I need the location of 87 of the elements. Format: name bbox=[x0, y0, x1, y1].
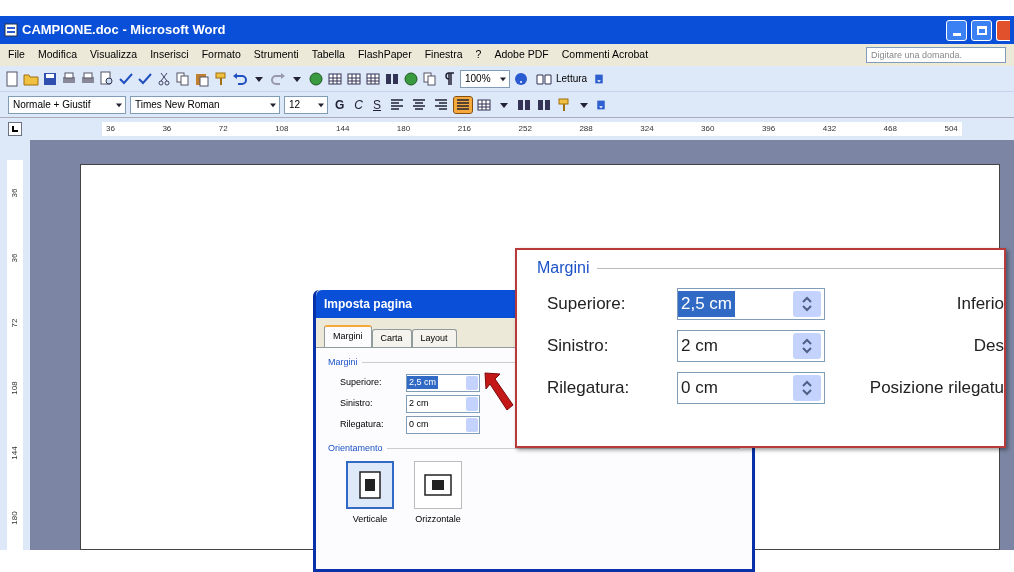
group-label: Orientamento bbox=[328, 441, 383, 455]
style-dropdown[interactable]: Normale + Giustif bbox=[8, 95, 126, 114]
table-icon[interactable] bbox=[365, 70, 381, 87]
dialog-tab[interactable]: Layout bbox=[411, 329, 457, 347]
ruler-number: 36 bbox=[106, 123, 115, 135]
ruler-number: 108 bbox=[9, 380, 20, 395]
save-icon[interactable] bbox=[42, 70, 58, 87]
menu-item[interactable]: Commenti Acrobat bbox=[561, 47, 649, 63]
menu-item[interactable]: Adobe PDF bbox=[494, 47, 549, 63]
spin-field[interactable]: 0 cm bbox=[677, 372, 825, 404]
table-icon[interactable] bbox=[346, 70, 362, 87]
document-icon bbox=[4, 23, 18, 37]
menu-item[interactable]: Strumenti bbox=[253, 47, 299, 63]
help-field[interactable]: Digitare una domanda. bbox=[866, 47, 1006, 63]
field-label: Superiore: bbox=[340, 375, 383, 389]
dialog-tab[interactable]: Margini bbox=[324, 325, 372, 347]
menu-item[interactable]: Visualizza bbox=[90, 47, 138, 63]
ruler-number: 144 bbox=[9, 445, 20, 460]
option-label: Verticale bbox=[352, 513, 388, 526]
field-label: Posizione rilegatu bbox=[869, 377, 1004, 400]
spin-field[interactable]: 2 cm bbox=[677, 330, 825, 362]
orientation-button[interactable] bbox=[346, 461, 394, 509]
menu-item[interactable]: File bbox=[8, 47, 25, 63]
dialog-title: Imposta pagina bbox=[324, 296, 412, 313]
ruler-number: 252 bbox=[518, 123, 532, 135]
ruler-number: 108 bbox=[275, 123, 289, 135]
spin-field[interactable]: 2,5 cm bbox=[677, 288, 825, 320]
orientation-button[interactable] bbox=[414, 461, 462, 509]
ruler-number: 36 bbox=[9, 253, 20, 262]
close-button[interactable] bbox=[996, 19, 1010, 41]
menu-item[interactable]: Inserisci bbox=[150, 47, 189, 63]
new-document-icon[interactable] bbox=[4, 70, 20, 87]
menu-item[interactable]: Tabella bbox=[311, 47, 345, 63]
format-button[interactable]: S bbox=[370, 95, 385, 114]
preview-icon[interactable] bbox=[99, 70, 115, 87]
spin-field[interactable]: 2,5 cm bbox=[406, 373, 480, 392]
field-label: Rilegatura: bbox=[340, 417, 385, 431]
group-label: Margini bbox=[328, 356, 358, 369]
ruler-number: 468 bbox=[883, 123, 897, 135]
menu-item[interactable]: Finestra bbox=[424, 47, 463, 63]
field-label: Inferio bbox=[956, 293, 1004, 316]
format-button[interactable]: G bbox=[332, 95, 348, 114]
format-painter-icon[interactable] bbox=[213, 70, 229, 87]
zoom-box[interactable]: 100% bbox=[460, 69, 510, 88]
pointer-arrow bbox=[484, 372, 514, 411]
field-label: Superiore: bbox=[547, 293, 627, 316]
ruler-number: 72 bbox=[9, 318, 20, 327]
field-label: Des bbox=[973, 335, 1004, 358]
copy-icon[interactable] bbox=[175, 70, 191, 87]
ruler-number: 324 bbox=[640, 123, 654, 135]
menu-item[interactable]: Formato bbox=[201, 47, 241, 63]
ruler-number: 504 bbox=[944, 123, 958, 135]
window-title: CAMPIONE.doc - Microsoft Word bbox=[22, 21, 226, 40]
dialog-tab[interactable]: Carta bbox=[371, 329, 412, 347]
ruler-number: 288 bbox=[579, 123, 593, 135]
ruler-number: 144 bbox=[336, 123, 350, 135]
spin-field[interactable]: 2 cm bbox=[406, 394, 480, 413]
reading-button[interactable]: Lettura bbox=[532, 70, 592, 87]
ruler-number: 432 bbox=[822, 123, 837, 135]
ruler-number: 216 bbox=[457, 123, 472, 135]
menu-item[interactable]: FlashPaper bbox=[357, 47, 412, 63]
ruler-number: 36 bbox=[9, 188, 20, 197]
spin-field[interactable]: 0 cm bbox=[406, 415, 480, 434]
group-label: Margini bbox=[537, 258, 590, 278]
maximize-button[interactable] bbox=[971, 19, 992, 41]
tab-stop-button[interactable] bbox=[8, 122, 22, 136]
menu-item[interactable]: ? bbox=[475, 47, 482, 63]
table-icon[interactable] bbox=[476, 96, 493, 113]
option-label: Orizzontale bbox=[415, 513, 461, 526]
ruler-number: 72 bbox=[218, 123, 228, 135]
cut-icon[interactable] bbox=[156, 70, 172, 87]
ruler-number: 396 bbox=[761, 123, 776, 135]
font-dropdown[interactable]: Times New Roman bbox=[130, 95, 280, 114]
ruler-number: 180 bbox=[9, 510, 20, 525]
undo-icon[interactable] bbox=[232, 70, 248, 87]
minimize-button[interactable] bbox=[946, 19, 967, 41]
field-label: Sinistro: bbox=[547, 335, 610, 358]
ruler-number: 180 bbox=[396, 123, 411, 135]
format-button[interactable]: C bbox=[351, 95, 366, 114]
table-icon[interactable] bbox=[327, 70, 343, 87]
ruler-number: 360 bbox=[701, 123, 715, 135]
font-size-dropdown[interactable]: 12 bbox=[284, 95, 328, 114]
menu-item[interactable]: Modifica bbox=[37, 47, 78, 63]
copy-icon[interactable] bbox=[422, 70, 438, 87]
field-label: Rilegatura: bbox=[547, 377, 631, 400]
ruler-number: 36 bbox=[162, 123, 172, 135]
field-label: Sinistro: bbox=[340, 396, 374, 410]
